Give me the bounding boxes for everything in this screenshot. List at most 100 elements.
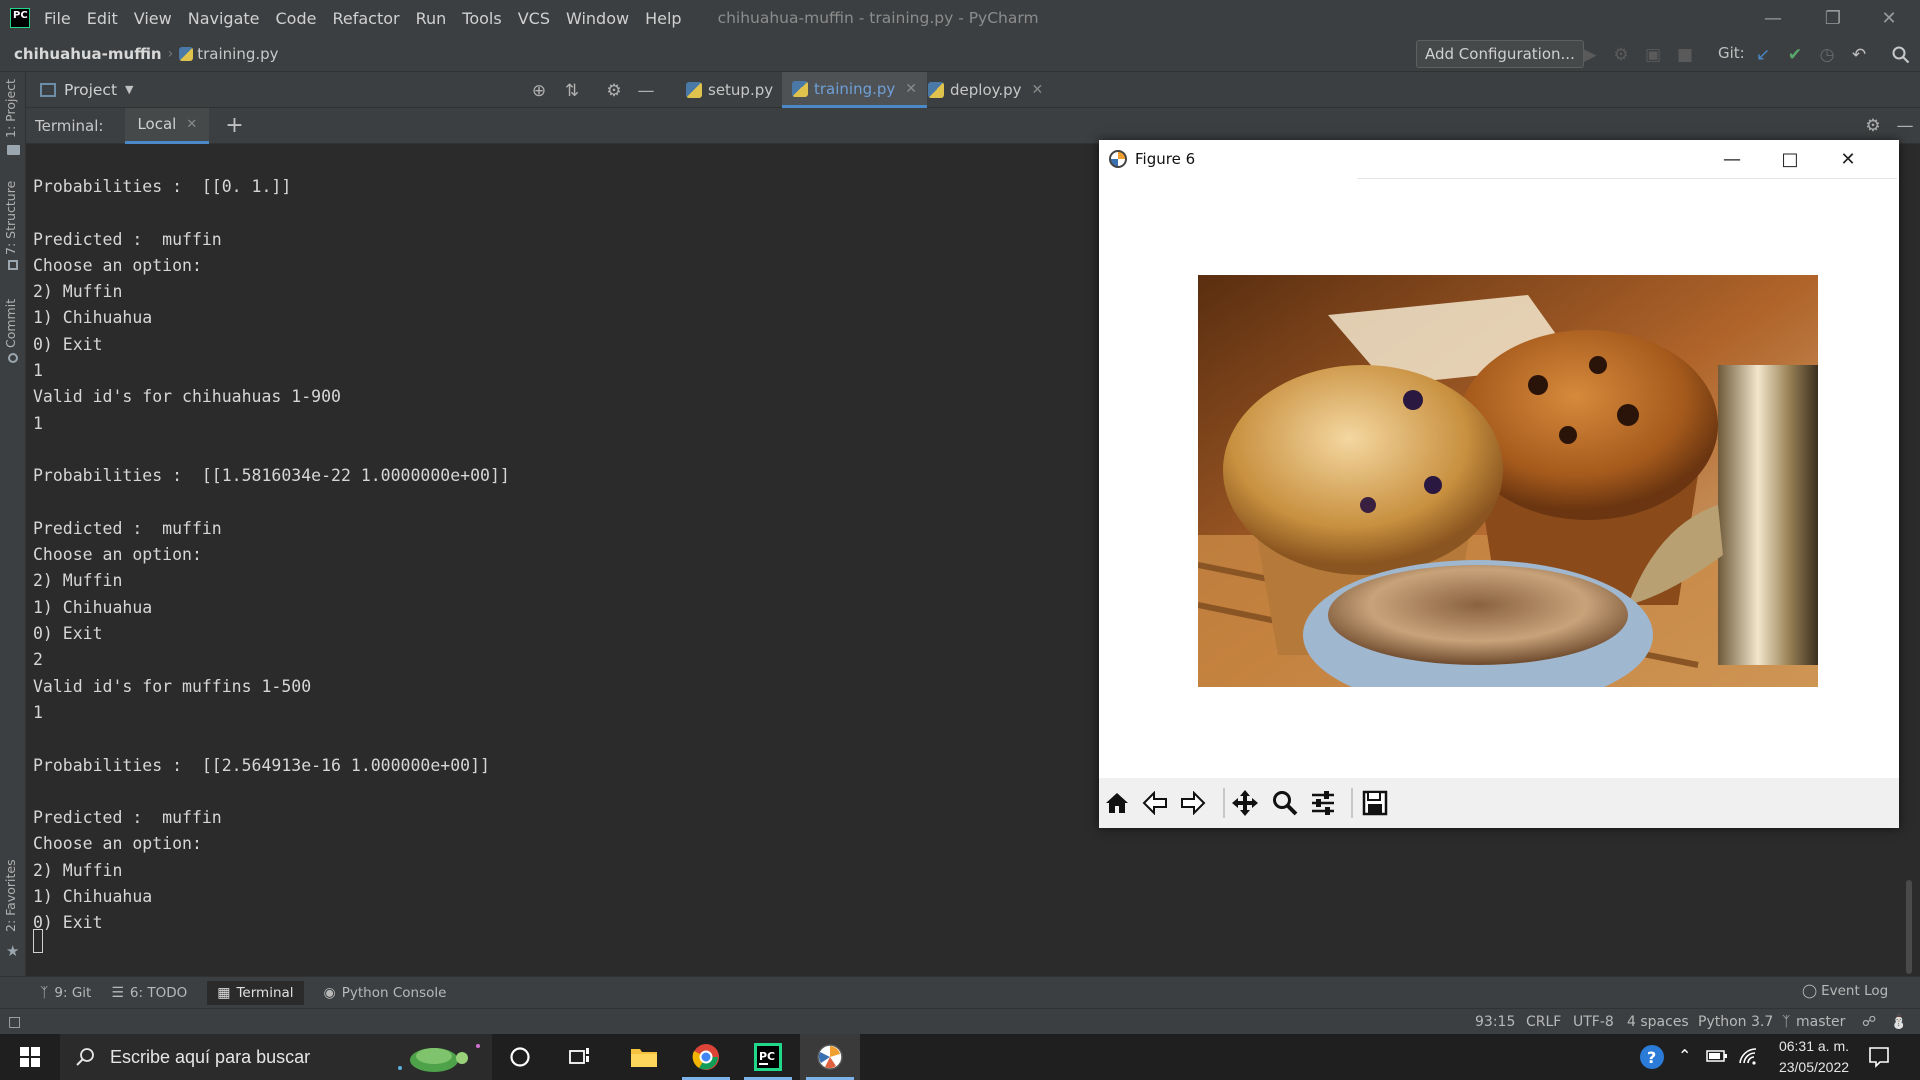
breadcrumb-project[interactable]: chihuahua-muffin [14,45,162,63]
minimize-button[interactable]: — [1703,140,1761,178]
search-icon[interactable] [1890,44,1912,66]
hide-panel-icon[interactable]: — [635,80,657,102]
close-tab-icon[interactable]: ✕ [1032,82,1044,98]
project-tool-button[interactable]: 1: Project [3,79,18,138]
menu-view[interactable]: View [134,9,172,28]
stop-icon[interactable]: ■ [1674,44,1696,66]
matplotlib-taskbar-icon[interactable] [800,1034,860,1080]
lock-icon[interactable]: ☍ [1862,1014,1876,1030]
back-arrow-icon[interactable] [1139,786,1171,820]
system-clock[interactable]: 06:31 a. m. 23/05/2022 [1764,1036,1864,1078]
figure-window: Figure 6 — □ ✕ [1099,140,1899,828]
task-view-icon[interactable] [550,1034,610,1080]
commit-icon [8,353,18,363]
pan-icon[interactable] [1229,786,1261,820]
menu-vcs[interactable]: VCS [518,9,550,28]
python-console-tool-button[interactable]: ◉ Python Console [324,985,447,1001]
close-tab-icon[interactable]: ✕ [186,117,197,132]
favorites-tool-button[interactable]: 2: Favorites [3,859,18,932]
terminal-tab-local[interactable]: Local ✕ [125,107,210,144]
menu-navigate[interactable]: Navigate [188,9,260,28]
configure-subplots-icon[interactable] [1307,786,1339,820]
run-icon[interactable]: ▶ [1579,44,1601,66]
menu-help[interactable]: Help [645,9,681,28]
commit-tool-button[interactable]: Commit [3,299,18,348]
battery-icon[interactable] [1706,1049,1728,1063]
zoom-icon[interactable] [1269,786,1301,820]
chevron-up-icon[interactable]: ⌃ [1678,1046,1691,1065]
close-button[interactable]: ✕ [1819,140,1877,178]
terminal-line: 1 [33,413,43,433]
terminal-lines: Probabilities : [[0. 1.]] Predicted : muf… [33,174,1093,937]
git-tool-button[interactable]: ᛉ 9: Git [40,985,91,1001]
event-log-button[interactable]: ◯ Event Log [1802,983,1888,999]
menu-edit[interactable]: Edit [87,9,118,28]
tab-training-py[interactable]: training.py ✕ [782,72,928,108]
terminal-line: Probabilities : [[1.5816034e-22 1.000000… [33,466,510,486]
file-explorer-icon[interactable] [614,1034,674,1080]
menu-run[interactable]: Run [416,9,447,28]
line-separator[interactable]: CRLF [1526,1014,1561,1030]
git-branch[interactable]: master [1796,1014,1845,1030]
coverage-icon[interactable]: ▣ [1642,44,1664,66]
home-icon[interactable] [1101,786,1133,820]
terminal-tool-button[interactable]: ▦ Terminal [207,980,304,1005]
event-log-icon: ◯ [1802,983,1818,999]
menu-tools[interactable]: Tools [462,9,501,28]
python-interpreter[interactable]: Python 3.7 [1698,1014,1773,1030]
star-icon: ★ [6,942,20,960]
collapse-all-icon[interactable]: ⇅ [561,80,583,102]
new-terminal-tab-button[interactable]: + [225,113,243,138]
git-commit-icon[interactable]: ✔ [1784,44,1806,66]
add-configuration-button[interactable]: Add Configuration... [1416,40,1584,68]
save-icon[interactable] [1359,786,1391,820]
chevron-down-icon[interactable]: ▼ [125,83,133,96]
file-encoding[interactable]: UTF-8 [1573,1014,1614,1030]
menu-file[interactable]: File [44,9,71,28]
taskbar-search-box[interactable]: Escribe aquí para buscar [60,1034,492,1080]
figure-title: Figure 6 [1135,150,1196,168]
terminal-scrollbar[interactable] [1906,880,1912,974]
breadcrumb-file[interactable]: training.py [197,45,278,63]
status-bar: □ 93:15 CRLF UTF-8 4 spaces Python 3.7 ᛉ… [0,1008,1920,1034]
inspector-icon[interactable]: ⛄ [1890,1014,1907,1030]
menu-window[interactable]: Window [566,9,629,28]
todo-tool-button[interactable]: ☰ 6: TODO [111,985,187,1001]
restore-button[interactable]: ❐ [1810,0,1856,36]
history-icon[interactable]: ◷ [1816,44,1838,66]
close-button[interactable]: ✕ [1866,0,1912,36]
caret-position[interactable]: 93:15 [1475,1014,1515,1030]
structure-tool-button[interactable]: 7: Structure [3,181,18,255]
terminal-line: 1 [33,361,43,381]
project-view-icon [40,82,56,97]
locate-icon[interactable]: ⊕ [528,80,550,102]
maximize-button[interactable]: □ [1761,140,1819,178]
git-update-icon[interactable]: ↙ [1752,44,1774,66]
cortana-icon[interactable] [490,1034,550,1080]
project-view-selector[interactable]: Project [64,81,117,99]
minimize-button[interactable]: — [1750,0,1796,36]
windows-start-button[interactable] [0,1034,60,1080]
breadcrumb-separator: › [167,45,174,62]
toggle-tool-windows-icon[interactable]: □ [8,1014,21,1030]
gear-icon[interactable]: ⚙ [1862,115,1884,137]
close-tab-icon[interactable]: ✕ [905,81,917,97]
rollback-icon[interactable]: ↶ [1848,44,1870,66]
hide-panel-icon[interactable]: — [1894,115,1916,137]
menu-refactor[interactable]: Refactor [332,9,399,28]
debug-icon[interactable]: ⚙ [1610,44,1632,66]
pycharm-taskbar-icon[interactable]: PC [738,1034,798,1080]
wifi-icon[interactable] [1738,1047,1758,1065]
indent-setting[interactable]: 4 spaces [1627,1014,1689,1030]
forward-arrow-icon[interactable] [1177,786,1209,820]
chrome-icon[interactable] [676,1034,736,1080]
search-icon [76,1047,96,1067]
gear-icon[interactable]: ⚙ [603,80,625,102]
tab-label: setup.py [708,81,774,99]
terminal-line: Valid id's for muffins 1-500 [33,676,312,696]
notifications-icon[interactable] [1868,1046,1890,1068]
menu-code[interactable]: Code [276,9,317,28]
tab-deploy-py[interactable]: deploy.py ✕ [918,72,1053,108]
help-icon[interactable]: ? [1638,1043,1666,1071]
